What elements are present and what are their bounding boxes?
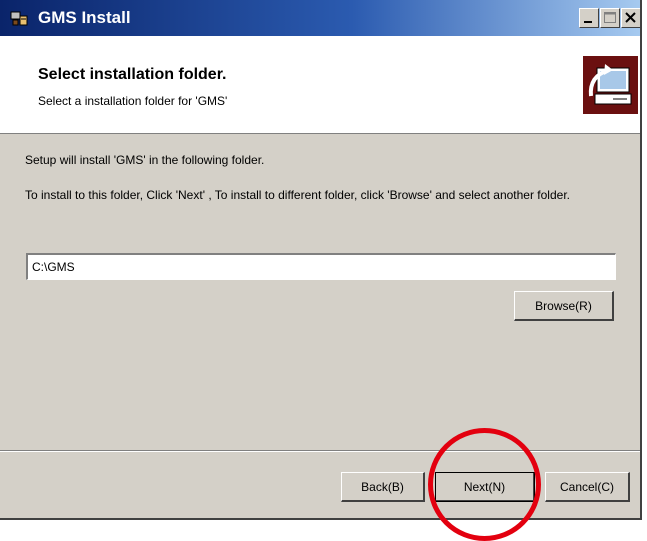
cancel-button[interactable]: Cancel(C) [545,472,630,502]
instruction-text: To install to this folder, Click 'Next' … [25,188,570,202]
minimize-icon [584,21,592,23]
install-folder-input[interactable] [26,253,616,280]
installer-window: GMS Install Select installation folder. … [0,0,642,520]
window-title: GMS Install [38,8,131,27]
installer-icon [10,9,28,27]
maximize-icon [604,12,616,23]
close-button[interactable] [621,8,640,28]
browse-button[interactable]: Browse(R) [514,291,614,321]
computer-install-icon [583,56,638,114]
maximize-button[interactable] [600,8,620,28]
next-button[interactable]: Next(N) [435,472,535,502]
title-bar[interactable]: GMS Install [0,0,640,36]
dialog-header: Select installation folder. Select a ins… [0,36,640,134]
button-separator [0,450,640,452]
minimize-button[interactable] [579,8,599,28]
back-button[interactable]: Back(B) [341,472,425,502]
install-location-text: Setup will install 'GMS' in the followin… [25,153,265,167]
page-title: Select installation folder. [38,66,227,83]
close-icon [625,12,636,23]
page-subtitle: Select a installation folder for 'GMS' [38,94,228,108]
